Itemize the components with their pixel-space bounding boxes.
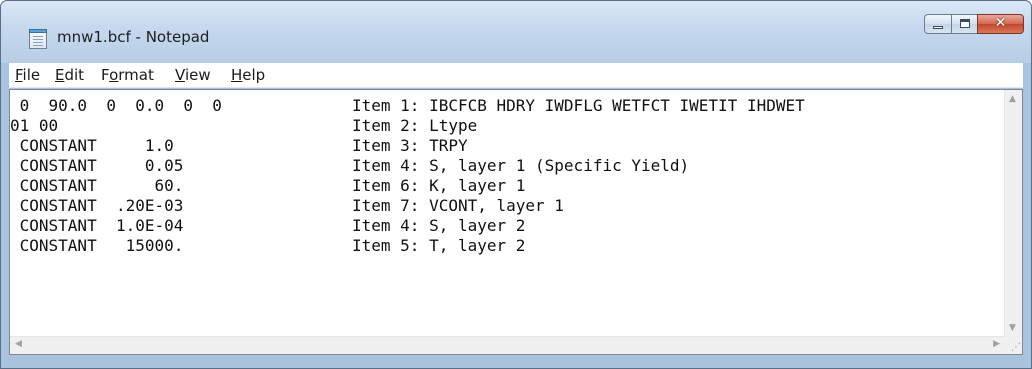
- vertical-scrollbar[interactable]: ▲ ▼: [1004, 90, 1022, 337]
- close-button[interactable]: ✕: [977, 14, 1024, 34]
- maximize-button[interactable]: [951, 14, 977, 34]
- scroll-down-arrow-icon[interactable]: ▼: [1009, 323, 1016, 333]
- minimize-button[interactable]: [924, 14, 951, 34]
- maximize-icon: [960, 19, 970, 28]
- minimize-icon: [933, 26, 943, 29]
- menu-view[interactable]: View: [175, 66, 211, 84]
- text-content[interactable]: 0 90.0 0 0.0 0 0 Item 1: IBCFCB HDRY IWDF…: [10, 90, 1005, 337]
- caption-buttons: ✕: [924, 14, 1024, 34]
- notepad-window: mnw1.bcf - Notepad ✕ File Edit Format Vi…: [0, 0, 1032, 369]
- menu-file[interactable]: File: [15, 66, 40, 84]
- menu-edit[interactable]: Edit: [55, 66, 84, 84]
- text-editor[interactable]: 0 90.0 0 0.0 0 0 Item 1: IBCFCB HDRY IWDF…: [9, 89, 1023, 355]
- resize-grip-icon[interactable]: ⋰: [1011, 342, 1021, 353]
- scroll-up-arrow-icon[interactable]: ▲: [1009, 94, 1016, 104]
- menu-format[interactable]: Format: [101, 66, 154, 84]
- scroll-right-arrow-icon[interactable]: ▶: [993, 339, 1000, 349]
- close-icon: ✕: [994, 15, 1007, 31]
- scroll-left-arrow-icon[interactable]: ◀: [15, 339, 22, 349]
- window-title: mnw1.bcf - Notepad: [57, 28, 210, 46]
- title-bar[interactable]: mnw1.bcf - Notepad ✕: [1, 1, 1031, 63]
- scrollbar-corner: ⋰: [1005, 337, 1022, 354]
- horizontal-scrollbar[interactable]: ◀ ▶: [10, 336, 1005, 354]
- menu-bar: File Edit Format View Help: [9, 63, 1023, 88]
- menu-help[interactable]: Help: [231, 66, 265, 84]
- notepad-icon[interactable]: [29, 29, 47, 49]
